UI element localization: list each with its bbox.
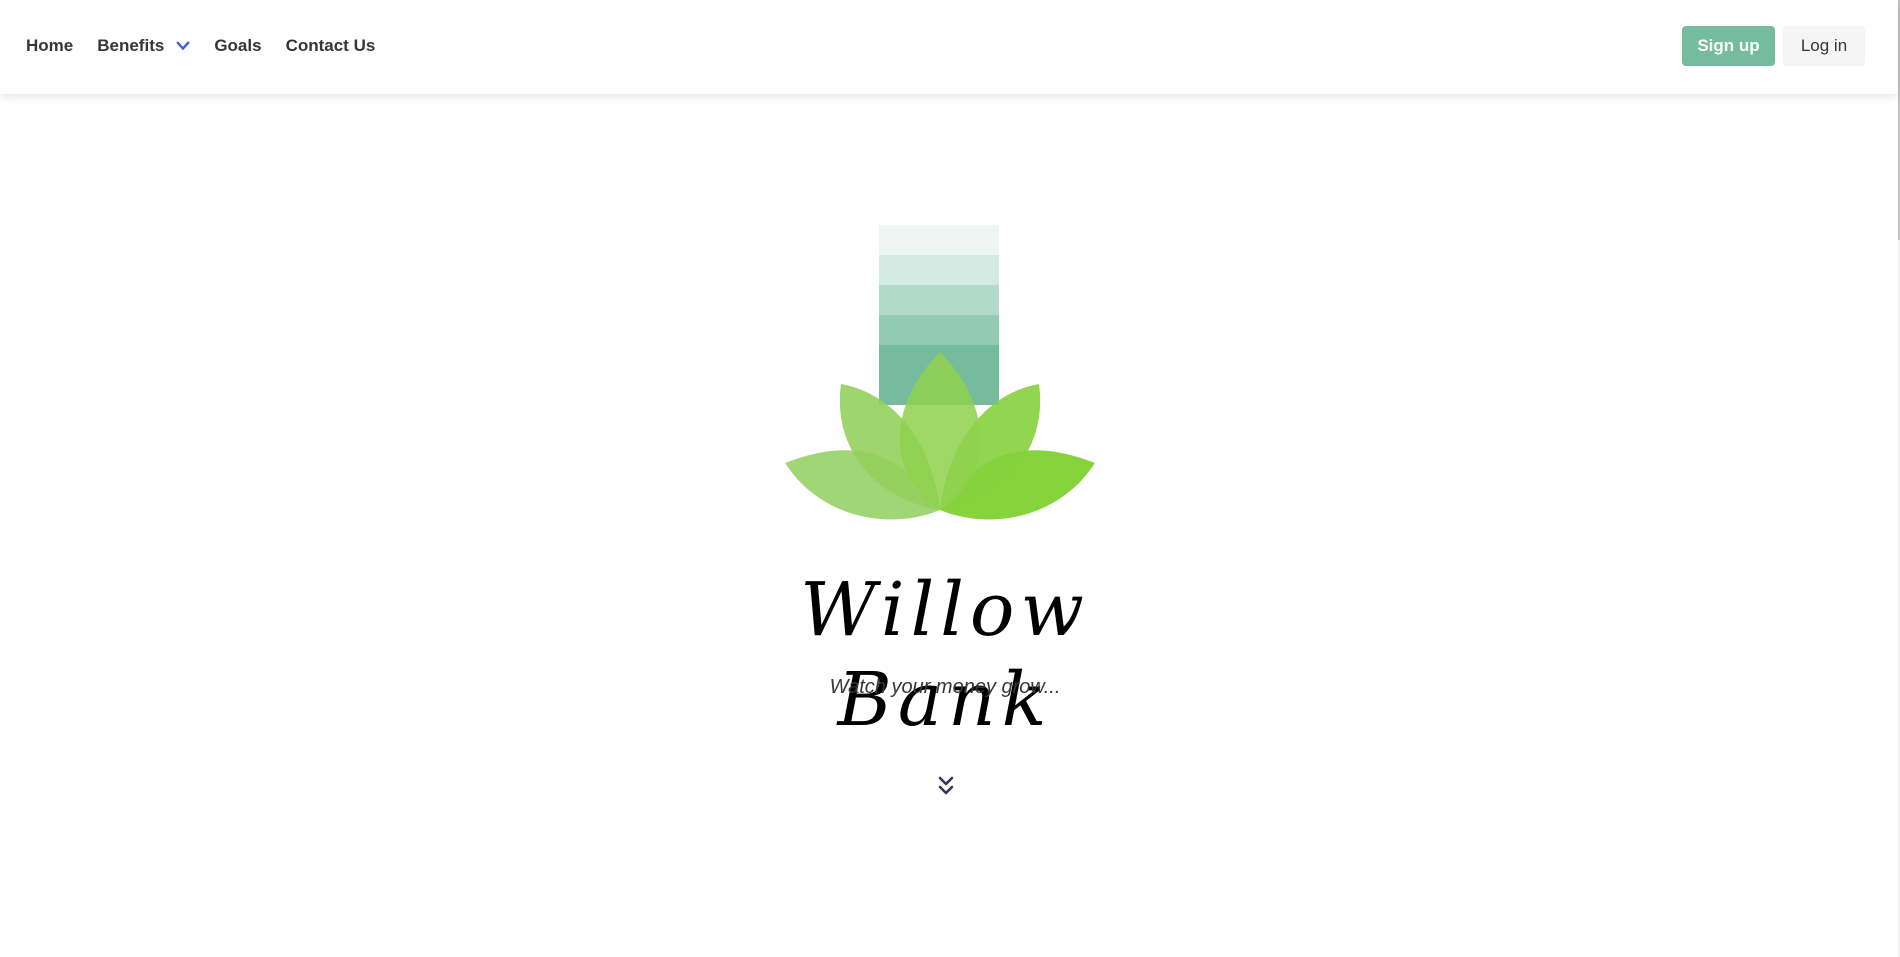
nav-item-home[interactable]: Home bbox=[14, 0, 85, 92]
nav-actions: Sign up Log in bbox=[1682, 26, 1865, 66]
nav-item-goals-label: Goals bbox=[214, 36, 262, 55]
signup-button[interactable]: Sign up bbox=[1682, 26, 1775, 66]
page: Home Benefits Goals Contact Us Sign up L… bbox=[0, 0, 1900, 957]
nav-item-benefits-label: Benefits bbox=[97, 36, 165, 55]
nav-item-benefits[interactable]: Benefits bbox=[85, 0, 202, 92]
nav-item-contact-us[interactable]: Contact Us bbox=[274, 0, 388, 92]
lotus-logo-icon bbox=[785, 225, 1095, 520]
double-chevron-down-icon[interactable] bbox=[936, 774, 956, 800]
nav-item-contact-us-label: Contact Us bbox=[285, 36, 376, 55]
chevron-down-icon bbox=[176, 41, 191, 51]
top-navbar: Home Benefits Goals Contact Us Sign up L… bbox=[0, 0, 1898, 94]
nav-menu: Home Benefits Goals Contact Us bbox=[14, 0, 387, 92]
tagline: Watch your money grow... bbox=[829, 676, 1061, 698]
login-button[interactable]: Log in bbox=[1783, 26, 1865, 66]
brand-name: Willow Bank bbox=[800, 567, 1090, 743]
nav-item-home-label: Home bbox=[26, 36, 74, 55]
nav-item-goals[interactable]: Goals bbox=[202, 0, 273, 92]
